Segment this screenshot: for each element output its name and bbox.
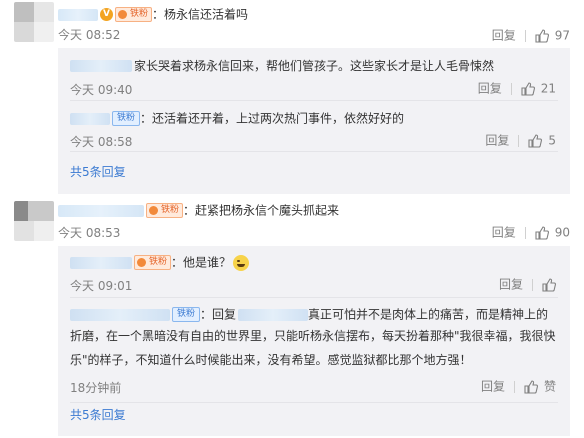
comment-actions: 回复 97 — [492, 27, 570, 43]
reply-button[interactable]: 回复 — [499, 278, 523, 292]
reply-prefix: ：回复 — [200, 307, 237, 322]
reply-divider — [70, 402, 558, 403]
divider — [524, 226, 526, 239]
thumbs-up-icon[interactable] — [528, 133, 543, 148]
separator: ： — [183, 203, 196, 218]
reply-button[interactable]: 回复 — [478, 82, 502, 96]
fan-badge: 铁粉 — [172, 307, 201, 322]
reply-button[interactable]: 回复 — [481, 380, 505, 394]
reply-text-line1: 真正可怕并不是肉体上的痛苦，而是精神上的 — [308, 307, 549, 322]
reply-text: 他是谁？ — [183, 255, 232, 270]
fan-badge: 铁粉 — [134, 255, 172, 270]
reply-text: 家长哭着求杨永信回来，帮他们管孩子。这些家长才是让人毛骨悚然 — [134, 58, 495, 73]
divider — [518, 134, 520, 147]
divider — [510, 82, 512, 95]
reply-button[interactable]: 回复 — [485, 134, 509, 148]
reply-text: 还活着还开着，上过两次热门事件，依然好好的 — [152, 111, 405, 126]
separator: ： — [140, 111, 153, 126]
comment-header: V 铁粉 ：杨永信还活着吗 — [58, 4, 248, 24]
comment-text: 杨永信还活着吗 — [164, 7, 249, 22]
thumbs-up-icon[interactable] — [524, 379, 538, 394]
reply-actions: 回复 21 — [478, 80, 556, 96]
thumbs-up-icon[interactable] — [535, 225, 549, 240]
more-replies-link[interactable]: 共5条回复 — [70, 406, 126, 423]
commenter-avatar[interactable] — [14, 2, 54, 42]
fan-badge: 铁粉 — [146, 203, 184, 218]
like-count: 5 — [548, 133, 556, 148]
username-redacted[interactable] — [70, 256, 132, 269]
thumbs-up-icon[interactable] — [535, 28, 549, 43]
username-redacted[interactable] — [70, 112, 110, 125]
reply-actions: 回复 赞 — [481, 378, 556, 394]
fan-badge: 铁粉 — [112, 111, 141, 126]
comment-2: 铁粉 ：赶紧把杨永信个魔头抓起来 今天 08:53 回复 90 铁粉 ：他是谁？ 今天… — [0, 198, 584, 438]
separator: ： — [171, 255, 184, 270]
reply-actions: 回复 — [499, 276, 556, 292]
username-redacted[interactable] — [70, 308, 170, 321]
like-count: 21 — [540, 81, 556, 96]
divider — [524, 29, 526, 42]
reply-box: 家长哭着求杨永信回来，帮他们管孩子。这些家长才是让人毛骨悚然 今天 09:40 … — [58, 48, 570, 194]
mentioned-user-redacted[interactable] — [238, 308, 309, 321]
divider — [532, 278, 533, 291]
reply-time: 今天 08:58 — [70, 135, 133, 149]
like-label[interactable]: 赞 — [544, 380, 556, 394]
divider — [513, 380, 515, 393]
more-replies-link[interactable]: 共5条回复 — [70, 163, 126, 180]
reply-time: 18分钟前 — [70, 381, 122, 395]
like-count: 97 — [554, 28, 570, 43]
reply-time: 今天 09:40 — [70, 83, 133, 97]
username-redacted[interactable] — [58, 8, 98, 21]
commenter-avatar[interactable] — [14, 201, 54, 241]
reply-button[interactable]: 回复 — [492, 226, 516, 240]
fan-badge: 铁粉 — [115, 7, 153, 22]
reply-divider — [70, 297, 558, 298]
like-count: 90 — [554, 225, 570, 240]
comment-text: 赶紧把杨永信个魔头抓起来 — [195, 203, 340, 218]
verified-badge: V — [100, 8, 113, 21]
reply-divider — [70, 100, 558, 101]
comment-1: V 铁粉 ：杨永信还活着吗 今天 08:52 回复 97 家长哭着求杨永信回来，帮他们… — [0, 0, 584, 194]
reply-box: 铁粉 ：他是谁？ 今天 09:01 回复 铁粉 ：回复 真正可怕并不是肉体上的痛苦，而… — [58, 246, 570, 436]
reply-button[interactable]: 回复 — [492, 29, 516, 43]
separator: ： — [152, 7, 165, 22]
username-redacted[interactable] — [70, 59, 132, 72]
comment-actions: 回复 90 — [492, 224, 570, 240]
thumbs-up-icon[interactable] — [542, 277, 556, 292]
thumbs-up-icon[interactable] — [521, 81, 535, 96]
comment-time: 今天 08:52 — [58, 28, 121, 42]
username-redacted[interactable] — [58, 204, 144, 217]
reply-actions: 回复 5 — [485, 132, 556, 148]
reply-time: 今天 09:01 — [70, 279, 133, 293]
reply-divider — [70, 151, 558, 152]
reply-text-line3: 乐"的样子，不知道什么时候能出来，没有希望。感觉监狱都比那个地方强！ — [70, 353, 472, 367]
comment-time: 今天 08:53 — [58, 226, 121, 240]
reply-text-line2: 折磨，在一个黑暗没有自由的世界里，只能听杨永信摆布，每天扮着那种"我很幸福，我很… — [70, 329, 556, 343]
laughing-emoji-icon — [233, 254, 250, 271]
comment-header: 铁粉 ：赶紧把杨永信个魔头抓起来 — [58, 200, 339, 220]
